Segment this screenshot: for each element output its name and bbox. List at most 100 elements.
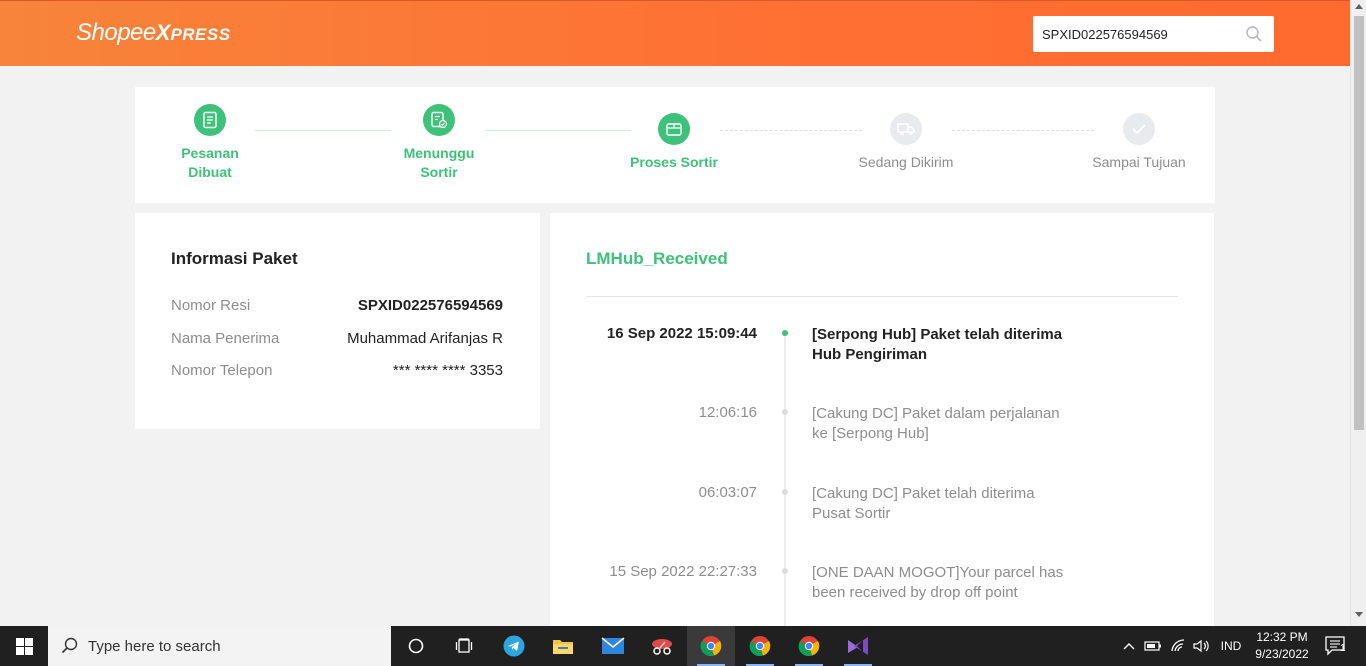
search-icon[interactable] [1245, 25, 1263, 43]
action-center-button[interactable]: 1 [1318, 626, 1354, 666]
windows-taskbar: Type here to search IND 12:32 PM 9/23/20… [0, 626, 1366, 666]
telegram-icon [503, 635, 525, 657]
document-icon [203, 111, 217, 129]
info-row-tracking-number: Nomor Resi SPXID022576594569 [171, 297, 503, 317]
info-row-phone: Nomor Telepon *** **** **** 3353 [171, 362, 503, 382]
step-label: Sampai Tujuan [1092, 154, 1186, 170]
recipient-name-value: Muhammad Arifanjas R [347, 330, 503, 347]
taskbar-snipping-tool[interactable] [638, 626, 686, 666]
taskbar-chrome-2[interactable] [736, 626, 784, 666]
input-language-tray[interactable]: IND [1215, 626, 1247, 666]
site-header: ShopeeXPRESS [0, 0, 1350, 66]
cortana-circle-icon [408, 638, 424, 654]
taskbar-search-box[interactable]: Type here to search [48, 626, 391, 666]
progress-connector [485, 130, 631, 131]
event-time: 06:03:07 [698, 484, 757, 501]
chrome-icon [700, 636, 722, 657]
page-scrollbar[interactable] [1350, 0, 1366, 626]
taskbar-clock[interactable]: 12:32 PM 9/23/2022 [1250, 629, 1314, 663]
task-view-icon [455, 638, 473, 653]
scroll-up-arrow-icon[interactable] [1355, 4, 1363, 9]
scissors-icon [652, 639, 672, 655]
language-indicator: IND [1220, 639, 1242, 653]
tracking-search-input[interactable] [1033, 16, 1238, 52]
clock-date: 9/23/2022 [1255, 647, 1309, 661]
taskbar-chrome-3[interactable] [785, 626, 833, 666]
truck-icon [897, 123, 915, 136]
battery-tray[interactable] [1143, 626, 1163, 666]
show-hidden-icons-button[interactable] [1120, 626, 1138, 666]
volume-tray[interactable] [1192, 626, 1212, 666]
document-check-icon [431, 111, 448, 129]
chrome-icon [798, 636, 820, 657]
clock-time: 12:32 PM [1256, 630, 1308, 644]
phone-value: *** **** **** 3353 [392, 362, 503, 379]
info-label: Nomor Telepon [171, 362, 273, 379]
chrome-icon [749, 636, 771, 657]
taskbar-chrome-active[interactable] [687, 626, 735, 666]
wifi-icon [1171, 639, 1185, 652]
progress-connector [720, 130, 862, 131]
task-view-button[interactable] [440, 626, 488, 666]
event-description: [Cakung DC] Paket telah diterima Pusat S… [812, 485, 1035, 522]
step-label: Menunggu Sortir [403, 145, 475, 180]
step-label: Proses Sortir [630, 154, 718, 170]
taskbar-visual-studio[interactable] [834, 626, 882, 666]
step-sedang-dikirim: Sedang Dikirim [851, 113, 961, 172]
event-time: 15 Sep 2022 22:27:33 [609, 563, 757, 580]
folder-icon [553, 640, 573, 654]
logo-text: Shopee [76, 19, 156, 46]
tracking-history-card: LMHub_Received 16 Sep 2022 15:09:44 [Ser… [550, 213, 1214, 626]
event-description: [Serpong Hub] Paket telah diterima Hub P… [812, 326, 1063, 363]
scroll-thumb[interactable] [1354, 16, 1364, 430]
info-label: Nomor Resi [171, 297, 251, 314]
step-circle [658, 113, 690, 145]
package-icon [666, 123, 682, 136]
progress-connector [255, 130, 391, 131]
shipment-progress-stepper: Pesanan Dibuat Menunggu Sortir Proses Sort… [135, 87, 1215, 203]
timeline-dot-icon [782, 409, 788, 415]
notification-count-badge: 1 [1340, 643, 1346, 654]
logo-press: PRESS [170, 25, 231, 44]
event-time: 12:06:16 [698, 404, 757, 421]
chevron-up-icon [1123, 643, 1135, 650]
step-proses-sortir: Proses Sortir [624, 113, 724, 172]
step-pesanan-dibuat: Pesanan Dibuat [160, 104, 260, 182]
package-info-card: Informasi Paket Nomor Resi SPXID02257659… [135, 213, 540, 429]
taskbar-mail[interactable] [589, 626, 637, 666]
mail-icon [601, 637, 625, 654]
windows-logo-icon [15, 637, 33, 655]
timeline-dot-icon [782, 489, 788, 495]
info-label: Nama Penerima [171, 330, 280, 347]
event-description: [Cakung DC] Paket dalam perjalanan ke [S… [812, 405, 1060, 442]
timeline-dot-icon [782, 330, 788, 336]
checkmark-icon [1132, 124, 1146, 135]
step-sampai-tujuan: Sampai Tujuan [1084, 113, 1194, 172]
step-circle [194, 104, 226, 136]
start-button[interactable] [0, 626, 48, 666]
step-circle [890, 113, 922, 145]
current-status-title: LMHub_Received [586, 249, 728, 268]
cortana-button[interactable] [392, 626, 440, 666]
timeline-line [784, 335, 786, 626]
battery-icon [1144, 641, 1161, 651]
timeline-dot-icon [782, 568, 788, 574]
event-description: [ONE DAAN MOGOT]Your parcel has been rec… [812, 564, 1064, 601]
taskbar-file-explorer[interactable] [539, 626, 587, 666]
divider [586, 296, 1178, 297]
shopee-xpress-logo[interactable]: ShopeeXPRESS [76, 19, 231, 47]
taskbar-telegram[interactable] [490, 626, 538, 666]
event-time: 16 Sep 2022 15:09:44 [606, 325, 757, 342]
step-menunggu-sortir: Menunggu Sortir [389, 104, 489, 182]
info-row-recipient: Nama Penerima Muhammad Arifanjas R [171, 330, 503, 350]
step-circle [1123, 113, 1155, 145]
network-tray[interactable] [1168, 626, 1190, 666]
speaker-icon [1193, 639, 1209, 653]
search-icon [61, 637, 78, 654]
tracking-search-box [1033, 16, 1274, 52]
step-label: Sedang Dikirim [858, 154, 954, 170]
package-info-title: Informasi Paket [171, 249, 298, 268]
logo-x: X [155, 20, 171, 45]
scroll-down-arrow-icon[interactable] [1355, 612, 1363, 617]
step-circle [423, 104, 455, 136]
